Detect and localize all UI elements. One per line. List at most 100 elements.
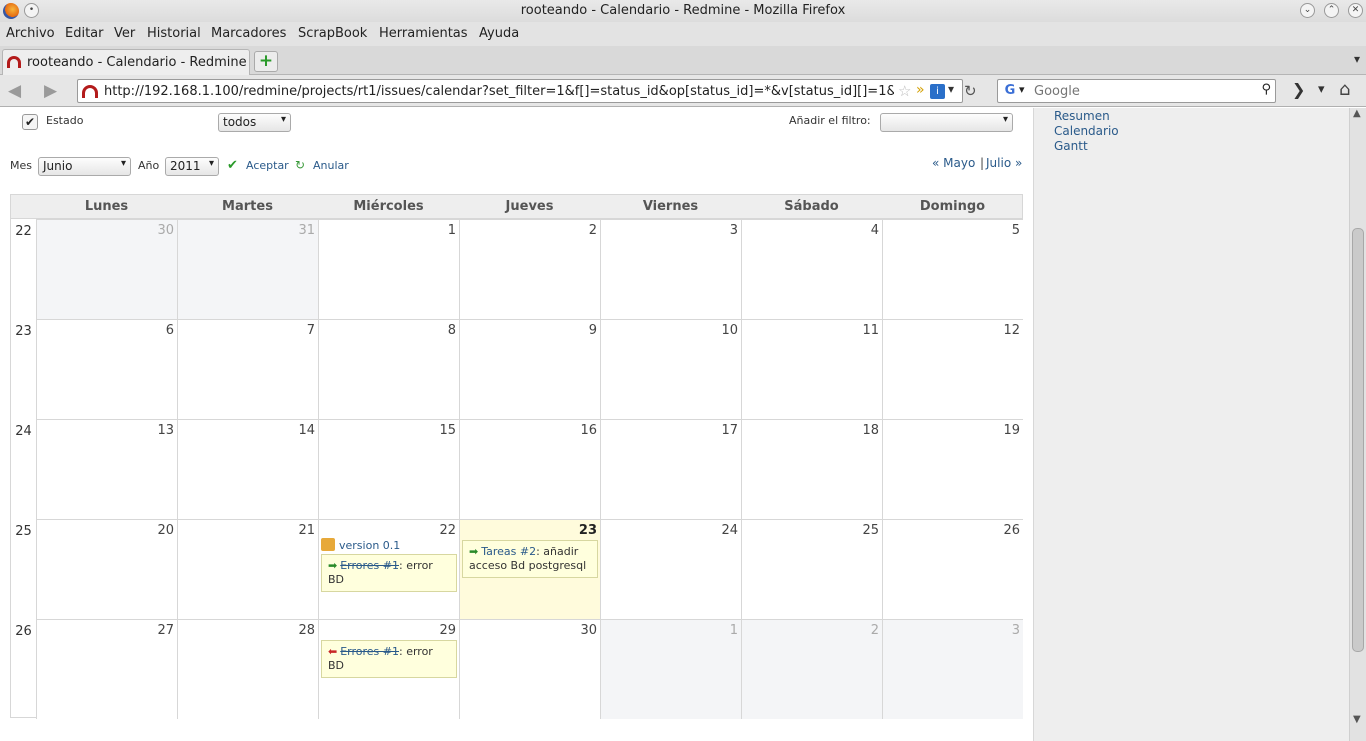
day-number: 3 [1011,623,1020,638]
day-cell: 8 [318,319,459,419]
day-number: 16 [580,423,597,438]
day-cell: 20 [36,519,177,619]
month-separator: | [980,156,985,170]
week-number: 25 [15,524,32,539]
day-number: 24 [721,523,738,538]
window-menu-icon[interactable]: • [24,3,39,18]
day-cell: 9 [459,319,600,419]
menu-marcadores[interactable]: Marcadores [211,26,286,41]
day-number: 15 [439,423,456,438]
issue-link[interactable]: Errores #1 [340,559,399,572]
menu-historial[interactable]: Historial [147,26,201,41]
clear-button[interactable]: Anular [313,159,349,172]
tab-label: rooteando - Calendario - Redmine [27,55,247,70]
vertical-scrollbar[interactable]: ▲ ▼ [1349,108,1366,741]
day-cell: 18 [741,419,882,519]
day-cell: 3 [882,619,1023,719]
issue-link[interactable]: Tareas #2 [481,545,536,558]
tab-redmine-calendar[interactable]: rooteando - Calendario - Redmine [2,49,250,75]
week-number: 24 [15,424,32,439]
day-header-sabado: Sábado [784,199,839,214]
sidebar-link-calendario[interactable]: Calendario [1054,124,1119,138]
bookmark-star-icon[interactable]: ☆ [898,82,911,100]
day-number: 19 [1003,423,1020,438]
scrollbar-thumb[interactable] [1352,228,1364,652]
scroll-up-icon[interactable]: ▲ [1353,108,1361,119]
day-number: 9 [588,323,597,338]
status-filter-label: Estado [46,114,84,127]
menu-bar: Archivo Editar Ver Historial Marcadores … [0,22,1366,46]
back-arrow-icon[interactable]: ◀ [8,81,21,101]
day-cell: 13 [36,419,177,519]
add-filter-select[interactable]: ▾ [880,113,1013,132]
day-cell: 21 [177,519,318,619]
prev-month-link[interactable]: « Mayo [932,156,975,170]
day-cell: 29 ⬅ Errores #1: error BD [318,619,459,719]
url-history-dropdown-icon[interactable]: ▾ [948,82,954,96]
toolbar-dropdown-icon[interactable]: ▾ [1318,82,1325,97]
week-number: 23 [15,324,32,339]
google-engine-icon[interactable]: G [1002,83,1018,99]
reload-clear-icon: ↻ [295,158,306,172]
day-number: 2 [870,623,879,638]
add-filter-label: Añadir el filtro: [789,114,871,127]
year-value: 2011 [170,159,201,173]
status-filter-checkbox[interactable]: ✔ [22,114,38,130]
day-number: 31 [298,223,315,238]
scroll-down-icon[interactable]: ▼ [1353,714,1361,725]
url-text[interactable]: http://192.168.1.100/redmine/projects/rt… [104,84,894,99]
day-number: 6 [165,323,174,338]
day-cell: 19 [882,419,1023,519]
status-operator-select[interactable]: todos ▾ [218,113,291,132]
menu-herramientas[interactable]: Herramientas [379,26,468,41]
menu-ayuda[interactable]: Ayuda [479,26,519,41]
issue-start-arrow-icon: ➡ [469,545,479,558]
tab-list-chevron-icon[interactable]: ▾ [1354,52,1360,66]
close-icon[interactable]: ✕ [1348,3,1363,18]
issue-entry: ➡ Tareas #2: añadir acceso Bd postgresql [462,540,598,578]
reload-icon[interactable]: ↻ [964,82,977,100]
day-number: 1 [447,223,456,238]
day-cell: 7 [177,319,318,419]
minimize-icon[interactable]: ⌄ [1300,3,1315,18]
day-number: 21 [298,523,315,538]
menu-archivo[interactable]: Archivo [6,26,55,41]
menu-editar[interactable]: Editar [65,26,104,41]
day-cell: 1 [600,619,741,719]
apply-button[interactable]: Aceptar [246,159,289,172]
toolbar-overflow-icon[interactable]: ❯ [1292,80,1305,99]
day-header-martes: Martes [222,199,273,214]
forward-arrow-icon[interactable]: ▶ [44,81,57,101]
info-icon[interactable]: i [930,84,945,99]
sidebar-link-resumen[interactable]: Resumen [1054,109,1110,123]
menu-scrapbook[interactable]: ScrapBook [298,26,367,41]
search-binoculars-icon[interactable]: ⚲ [1261,82,1271,97]
day-cell-today: 23 ➡ Tareas #2: añadir acceso Bd postgres… [459,519,600,619]
home-icon[interactable]: ⌂ [1339,79,1350,100]
day-number: 30 [157,223,174,238]
day-cell: 26 [882,519,1023,619]
feed-icon[interactable]: » [916,82,925,98]
status-operator-value: todos [223,115,257,129]
month-select[interactable]: Junio ▾ [38,157,131,176]
version-link[interactable]: version 0.1 [339,539,400,552]
year-select[interactable]: 2011 ▾ [165,157,219,176]
next-month-link[interactable]: Julio » [986,156,1022,170]
day-number: 4 [870,223,879,238]
navigation-toolbar: ◀ ▶ http://192.168.1.100/redmine/project… [0,75,1366,107]
search-bar[interactable]: G ▾ ⚲ [997,79,1276,103]
search-input[interactable] [1034,82,1249,100]
day-number: 14 [298,423,315,438]
url-bar[interactable]: http://192.168.1.100/redmine/projects/rt… [77,79,963,103]
engine-dropdown-icon[interactable]: ▾ [1019,83,1025,96]
new-tab-button[interactable]: + [254,51,278,72]
maximize-icon[interactable]: ⌃ [1324,3,1339,18]
tab-bar: rooteando - Calendario - Redmine + ▾ [0,46,1366,75]
day-cell: 10 [600,319,741,419]
day-number: 13 [157,423,174,438]
issue-link[interactable]: Errores #1 [340,645,399,658]
menu-ver[interactable]: Ver [114,26,135,41]
sidebar-link-gantt[interactable]: Gantt [1054,139,1088,153]
day-cell: 14 [177,419,318,519]
day-number: 7 [306,323,315,338]
